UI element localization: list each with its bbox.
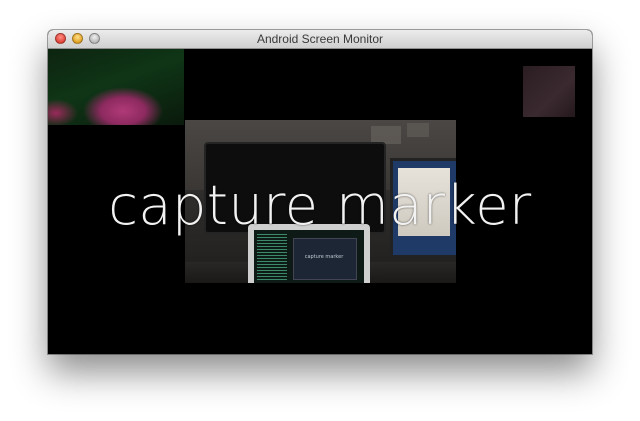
- photo-laptop-terminal: [257, 234, 287, 280]
- photo-wall-note: [407, 123, 429, 137]
- camera-thumbnail-left: [48, 49, 184, 125]
- device-screen[interactable]: capture marker capture marker: [48, 49, 592, 354]
- photo-caption: capture marker: [304, 254, 344, 260]
- camera-thumbnail-right: [523, 66, 575, 117]
- title-bar[interactable]: Android Screen Monitor: [48, 30, 592, 49]
- app-window: Android Screen Monitor capture marker ca…: [48, 30, 592, 354]
- capture-marker-label: capture marker: [108, 174, 532, 237]
- window-title: Android Screen Monitor: [256, 32, 384, 46]
